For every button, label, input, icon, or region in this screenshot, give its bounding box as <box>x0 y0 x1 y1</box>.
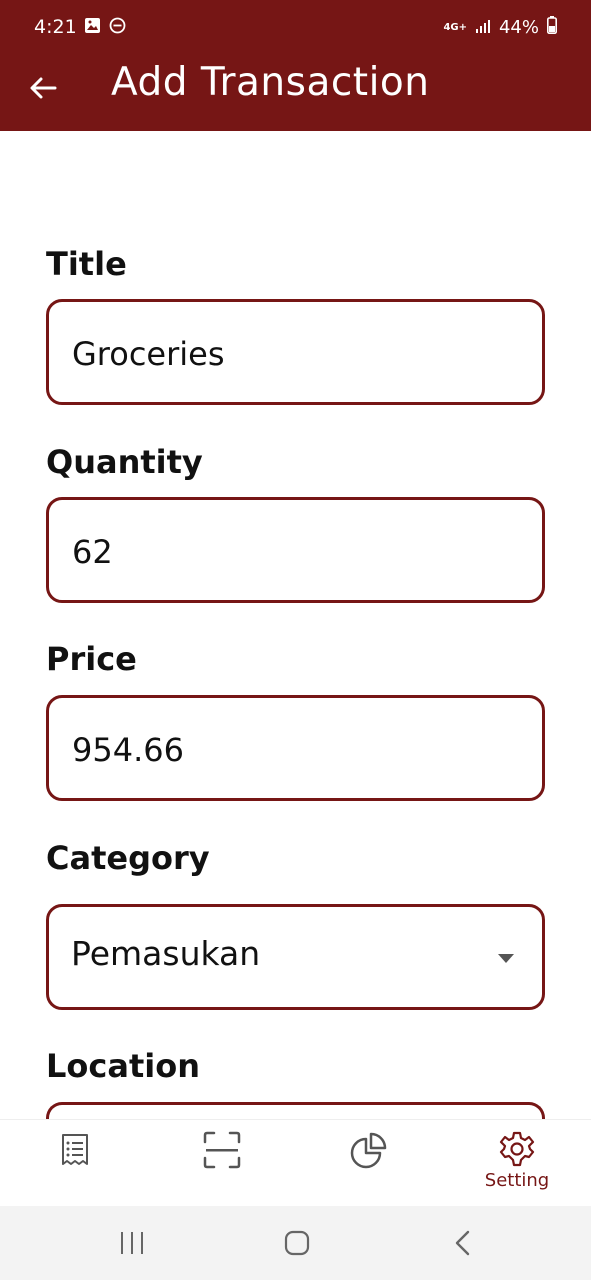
recent-apps-icon <box>121 1232 143 1254</box>
status-time: 4:21 <box>34 16 77 38</box>
gear-icon <box>499 1131 535 1167</box>
title-field[interactable] <box>46 299 545 405</box>
title-label: Title <box>46 245 127 283</box>
home-icon <box>284 1230 310 1256</box>
pie-chart-icon <box>350 1132 387 1169</box>
category-dropdown[interactable]: Pemasukan <box>46 904 545 1010</box>
quantity-field[interactable] <box>46 497 545 603</box>
quantity-label: Quantity <box>46 443 203 481</box>
nav-transactions[interactable] <box>29 1130 121 1198</box>
scan-icon <box>203 1131 241 1169</box>
app-bar: Add Transaction <box>0 56 591 131</box>
receipt-list-icon <box>62 1134 88 1165</box>
arrow-left-icon <box>30 77 57 99</box>
chevron-left-icon <box>455 1230 470 1256</box>
network-type: 4G+ <box>443 21 467 33</box>
system-back-button[interactable] <box>452 1229 472 1261</box>
gallery-notification-icon <box>84 17 101 38</box>
price-field[interactable] <box>46 695 545 801</box>
home-button[interactable] <box>283 1229 311 1261</box>
status-bar: 4:21 4G+ 44% <box>0 0 591 56</box>
dropdown-arrow-icon <box>498 954 514 963</box>
price-input[interactable] <box>70 724 514 776</box>
category-selected-value: Pemasukan <box>71 934 261 973</box>
quantity-input[interactable] <box>70 526 514 578</box>
title-input[interactable] <box>70 328 514 380</box>
signal-icon <box>475 17 491 38</box>
category-label: Category <box>46 839 210 877</box>
nav-scan[interactable] <box>176 1130 268 1198</box>
battery-icon <box>547 16 557 39</box>
page-title: Add Transaction <box>111 60 430 105</box>
system-navigation-bar <box>0 1206 591 1280</box>
back-button[interactable] <box>27 72 59 104</box>
do-not-disturb-icon <box>109 17 126 38</box>
bottom-navigation: Setting <box>0 1119 591 1208</box>
nav-setting-label: Setting <box>484 1170 550 1191</box>
price-label: Price <box>46 640 137 678</box>
recent-apps-button[interactable] <box>118 1230 146 1260</box>
battery-level: 44% <box>498 17 539 38</box>
nav-statistics[interactable] <box>323 1130 415 1198</box>
location-label: Location <box>46 1047 200 1085</box>
nav-setting[interactable]: Setting <box>471 1130 563 1198</box>
